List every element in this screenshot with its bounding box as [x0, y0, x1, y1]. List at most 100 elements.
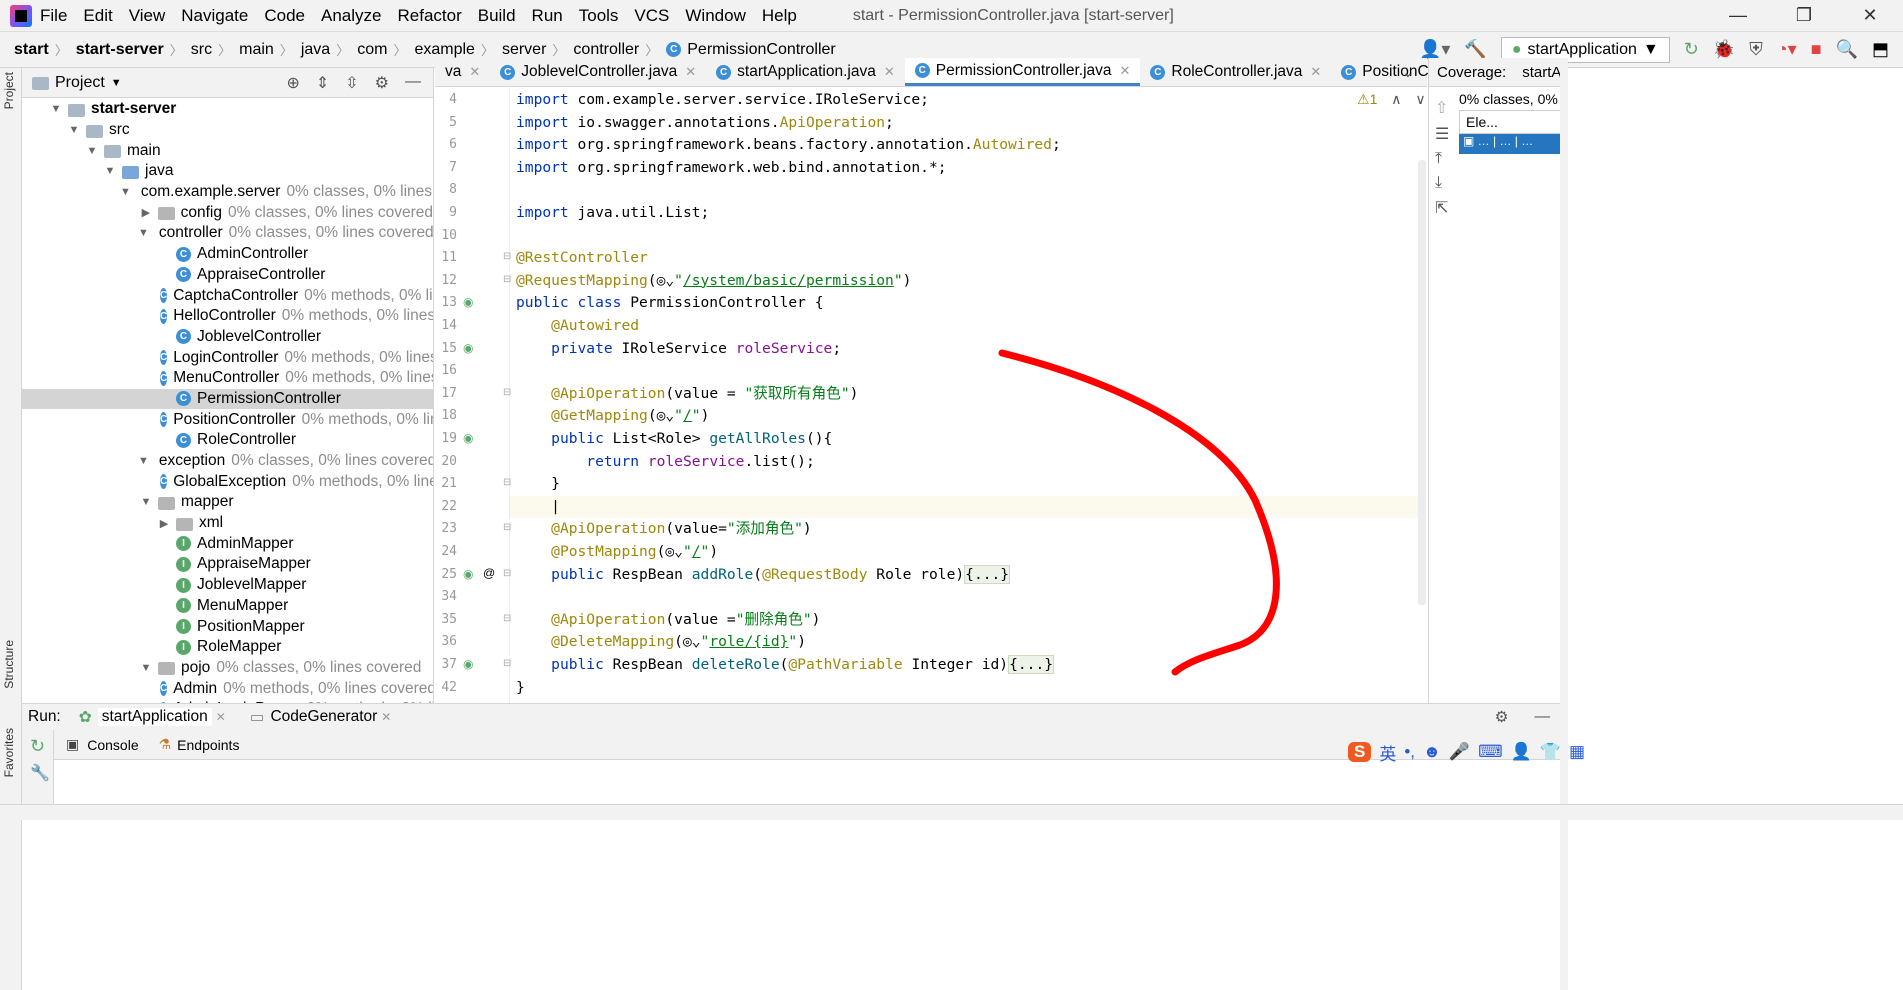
spring-bean-icon[interactable]: ◉ [463, 567, 473, 581]
minimize-icon[interactable]: — [1705, 5, 1771, 26]
tree-item[interactable]: ▼ controller 0% classes, 0% lines covered [22, 223, 433, 244]
menu-item-view[interactable]: View [129, 6, 166, 25]
menu-item-code[interactable]: Code [264, 6, 305, 25]
spring-bean-icon[interactable]: ◉ [463, 295, 473, 309]
tree-item[interactable]: I AppraiseMapper [22, 554, 433, 575]
tree-item[interactable]: I AdminMapper [22, 533, 433, 554]
code-line[interactable]: @ApiOperation(value ="删除角色") [516, 609, 820, 632]
favorites-tool-tab[interactable]: Favorites [2, 728, 16, 777]
editor-tab[interactable]: C JoblevelController.java ✕ [490, 58, 706, 86]
tree-item[interactable]: I RoleMapper [22, 637, 433, 658]
breadcrumb-item[interactable]: src [191, 41, 212, 59]
skin-icon[interactable]: 👕 [1540, 742, 1561, 762]
debug-icon[interactable]: 🐞 [1713, 39, 1735, 60]
tree-item[interactable]: ▼ com.example.server 0% classes, 0% lines … [22, 182, 433, 203]
breadcrumb-item[interactable]: controller [573, 41, 639, 59]
expand-all-icon[interactable]: ⇕ [316, 73, 329, 93]
locate-icon[interactable]: ⊕ [286, 73, 299, 93]
close-icon[interactable]: ✕ [216, 710, 226, 724]
menu-item-help[interactable]: Help [762, 6, 797, 25]
chevron-down-icon[interactable]: ▼ [138, 662, 154, 674]
inspection-widget[interactable]: ⚠1 ∧ ∨ [1357, 91, 1426, 108]
code-line[interactable]: @RestController [516, 247, 648, 270]
code-line[interactable]: public RespBean addRole(@RequestBody Rol… [516, 564, 1011, 587]
tree-item[interactable]: ▶ xml [22, 513, 433, 534]
menu-grid-icon[interactable]: ▦ [1569, 742, 1585, 762]
menu-item-window[interactable]: Window [685, 6, 745, 25]
tree-item[interactable]: C Admin 0% methods, 0% lines covered [22, 678, 433, 699]
code-line[interactable]: import org.springframework.web.bind.anno… [516, 157, 947, 180]
tree-item[interactable]: C MenuController 0% methods, 0% lines c [22, 368, 433, 389]
code-line[interactable]: public List<Role> getAllRoles(){ [516, 428, 832, 451]
tree-item[interactable]: C PermissionController [22, 388, 433, 410]
breadcrumb-item[interactable]: PermissionController [687, 41, 836, 59]
code-line[interactable]: } [516, 677, 525, 700]
code-line[interactable]: return roleService.list(); [516, 451, 814, 474]
menu-item-run[interactable]: Run [532, 6, 563, 25]
up-arrow-icon[interactable]: ⇧ [1435, 98, 1449, 118]
tree-item[interactable]: I MenuMapper [22, 596, 433, 617]
project-tool-tab[interactable]: Project [2, 72, 16, 109]
tree-item[interactable]: C JoblevelController [22, 327, 433, 348]
fold-icon[interactable]: ⊟ [503, 274, 511, 285]
breadcrumb-item[interactable]: main [239, 41, 274, 59]
search-icon[interactable]: 🔍 [1836, 39, 1858, 60]
breadcrumb-item[interactable]: example [414, 41, 474, 59]
punctuation-icon[interactable]: •, [1404, 742, 1415, 762]
stop-icon[interactable]: ■ [1811, 39, 1822, 60]
fold-icon[interactable]: ⊟ [503, 251, 511, 262]
prev-highlight-icon[interactable]: ∧ [1391, 91, 1401, 107]
console-tab[interactable]: Console [87, 737, 138, 753]
menu-item-vcs[interactable]: VCS [634, 6, 669, 25]
code-line[interactable]: @PostMapping(◎⌄"/") [516, 541, 718, 564]
chevron-down-icon[interactable]: ▼ [102, 165, 118, 177]
endpoints-tab[interactable]: Endpoints [177, 737, 239, 753]
sogou-logo-icon[interactable]: S [1348, 742, 1372, 762]
editor-tab[interactable]: C PermissionController.java ✕ [904, 58, 1141, 86]
profile-icon[interactable]: ◔▾ [1777, 39, 1797, 60]
menu-item-refactor[interactable]: Refactor [397, 6, 461, 25]
menu-item-build[interactable]: Build [478, 6, 516, 25]
tabs-dropdown-icon[interactable]: ⌄ [1402, 64, 1414, 81]
project-panel-title[interactable]: Project [55, 74, 105, 92]
code-line[interactable]: public class PermissionController { [516, 292, 824, 315]
emoji-icon[interactable]: ☻ [1423, 742, 1441, 762]
tree-item[interactable]: C LoginController 0% methods, 0% lines c [22, 347, 433, 368]
close-icon[interactable]: ✕ [1310, 64, 1321, 80]
rerun-icon[interactable]: ↻ [1684, 39, 1699, 60]
tree-item[interactable]: I PositionMapper [22, 616, 433, 637]
fold-icon[interactable]: ⊟ [503, 658, 511, 669]
code-line[interactable]: @DeleteMapping(◎⌄"role/{id}") [516, 631, 806, 654]
user-icon[interactable]: 👤▾ [1419, 39, 1450, 60]
close-icon[interactable]: ✕ [1120, 63, 1131, 79]
export-icon[interactable]: ⤓ [1435, 174, 1449, 192]
hide-icon[interactable]: — [405, 73, 421, 93]
tree-item[interactable]: ▶ config 0% classes, 0% lines covered [22, 202, 433, 223]
fold-icon[interactable]: ⊟ [503, 613, 511, 624]
tree-item[interactable]: C AdminController [22, 244, 433, 265]
collapse-all-icon[interactable]: ⇳ [345, 73, 358, 93]
wrench-icon[interactable]: 🔧 [30, 763, 53, 783]
code-line[interactable]: @GetMapping(◎⌄"/") [516, 405, 709, 428]
keyboard-icon[interactable]: ⌨ [1478, 742, 1503, 762]
code-line[interactable]: public RespBean deleteRole(@PathVariable… [516, 654, 1055, 677]
breadcrumb-item[interactable]: start-server [76, 41, 164, 59]
breadcrumb-item[interactable]: java [301, 41, 330, 59]
tree-item[interactable]: ▼ java [22, 161, 433, 182]
share-icon[interactable]: ⇱ [1435, 198, 1449, 218]
coverage-config-tab[interactable]: startAp [1522, 64, 1560, 81]
coverage-row-selected[interactable]: ▣ … | … | … [1459, 134, 1561, 154]
structure-tool-tab[interactable]: Structure [2, 640, 16, 689]
chevron-down-icon[interactable]: ▼ [48, 103, 64, 115]
microphone-icon[interactable]: 🎤 [1449, 742, 1470, 762]
endpoint-icon[interactable]: @ [483, 566, 495, 580]
tree-item[interactable]: ▼ src [22, 120, 433, 141]
flatten-icon[interactable]: ☰ [1435, 124, 1449, 144]
close-icon[interactable]: ✕ [381, 710, 391, 724]
code-line[interactable]: import java.util.List; [516, 202, 709, 225]
chevron-down-icon[interactable]: ▼ [84, 145, 100, 157]
build-hammer-icon[interactable]: 🔨 [1464, 39, 1486, 60]
menu-item-tools[interactable]: Tools [579, 6, 619, 25]
code-line[interactable]: import com.example.server.service.IRoleS… [516, 89, 929, 112]
fold-icon[interactable]: ⊟ [503, 522, 511, 533]
